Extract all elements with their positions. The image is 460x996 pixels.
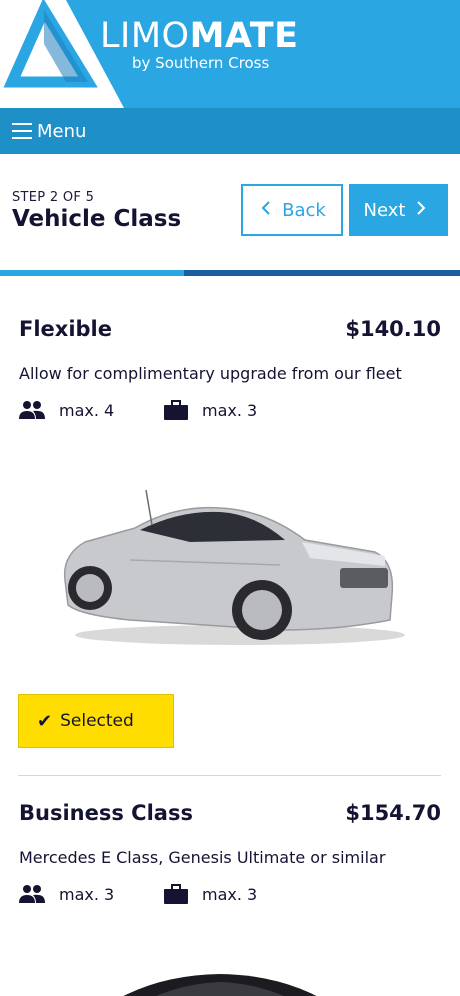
vehicle-price: $140.10 [345,317,441,341]
vehicle-name: Flexible [19,317,113,341]
app-header: LIMOMATE by Southern Cross [0,0,460,108]
back-button[interactable]: Back [241,184,343,236]
next-button[interactable]: Next [349,184,448,236]
brand-wordmark[interactable]: LIMOMATE by Southern Cross [100,14,299,72]
luggage-capacity-value: max. 3 [202,884,258,904]
next-label: Next [363,199,406,221]
passenger-capacity: max. 4 [19,400,114,420]
passenger-capacity-value: max. 3 [59,884,115,904]
brand-light: LIMO [100,16,190,56]
vehicle-price: $154.70 [345,801,441,825]
vehicle-image [63,489,405,645]
brand-subtitle: by Southern Cross [132,54,270,72]
check-icon: ✔ [37,710,53,732]
chevron-right-icon [415,200,427,221]
briefcase-icon [164,884,188,904]
step-progress-bar [0,270,460,276]
step-progress-fill [0,270,184,276]
luggage-capacity: max. 3 [164,400,257,420]
briefcase-icon [164,400,188,420]
brand-bold: MATE [189,16,299,56]
vehicle-description: Mercedes E Class, Genesis Ultimate or si… [19,848,386,867]
vehicle-name: Business Class [19,801,193,825]
vehicle-image [123,974,317,996]
hamburger-icon [12,123,32,139]
luggage-capacity-value: max. 3 [202,400,258,420]
menu-label: Menu [37,120,87,142]
vehicle-description: Allow for complimentary upgrade from our… [19,364,402,383]
menu-button[interactable]: Menu [0,108,460,154]
passengers-icon [19,885,45,903]
passenger-capacity: max. 3 [19,884,114,904]
luggage-capacity: max. 3 [164,884,257,904]
selected-label: Selected [60,711,134,731]
step-indicator: STEP 2 OF 5 [12,190,95,205]
back-label: Back [282,199,326,221]
passengers-icon [19,401,45,419]
divider [18,775,441,776]
page-title: Vehicle Class [12,206,182,232]
chevron-left-icon [260,200,272,221]
passenger-capacity-value: max. 4 [59,400,115,420]
selected-button[interactable]: ✔ Selected [18,694,174,748]
